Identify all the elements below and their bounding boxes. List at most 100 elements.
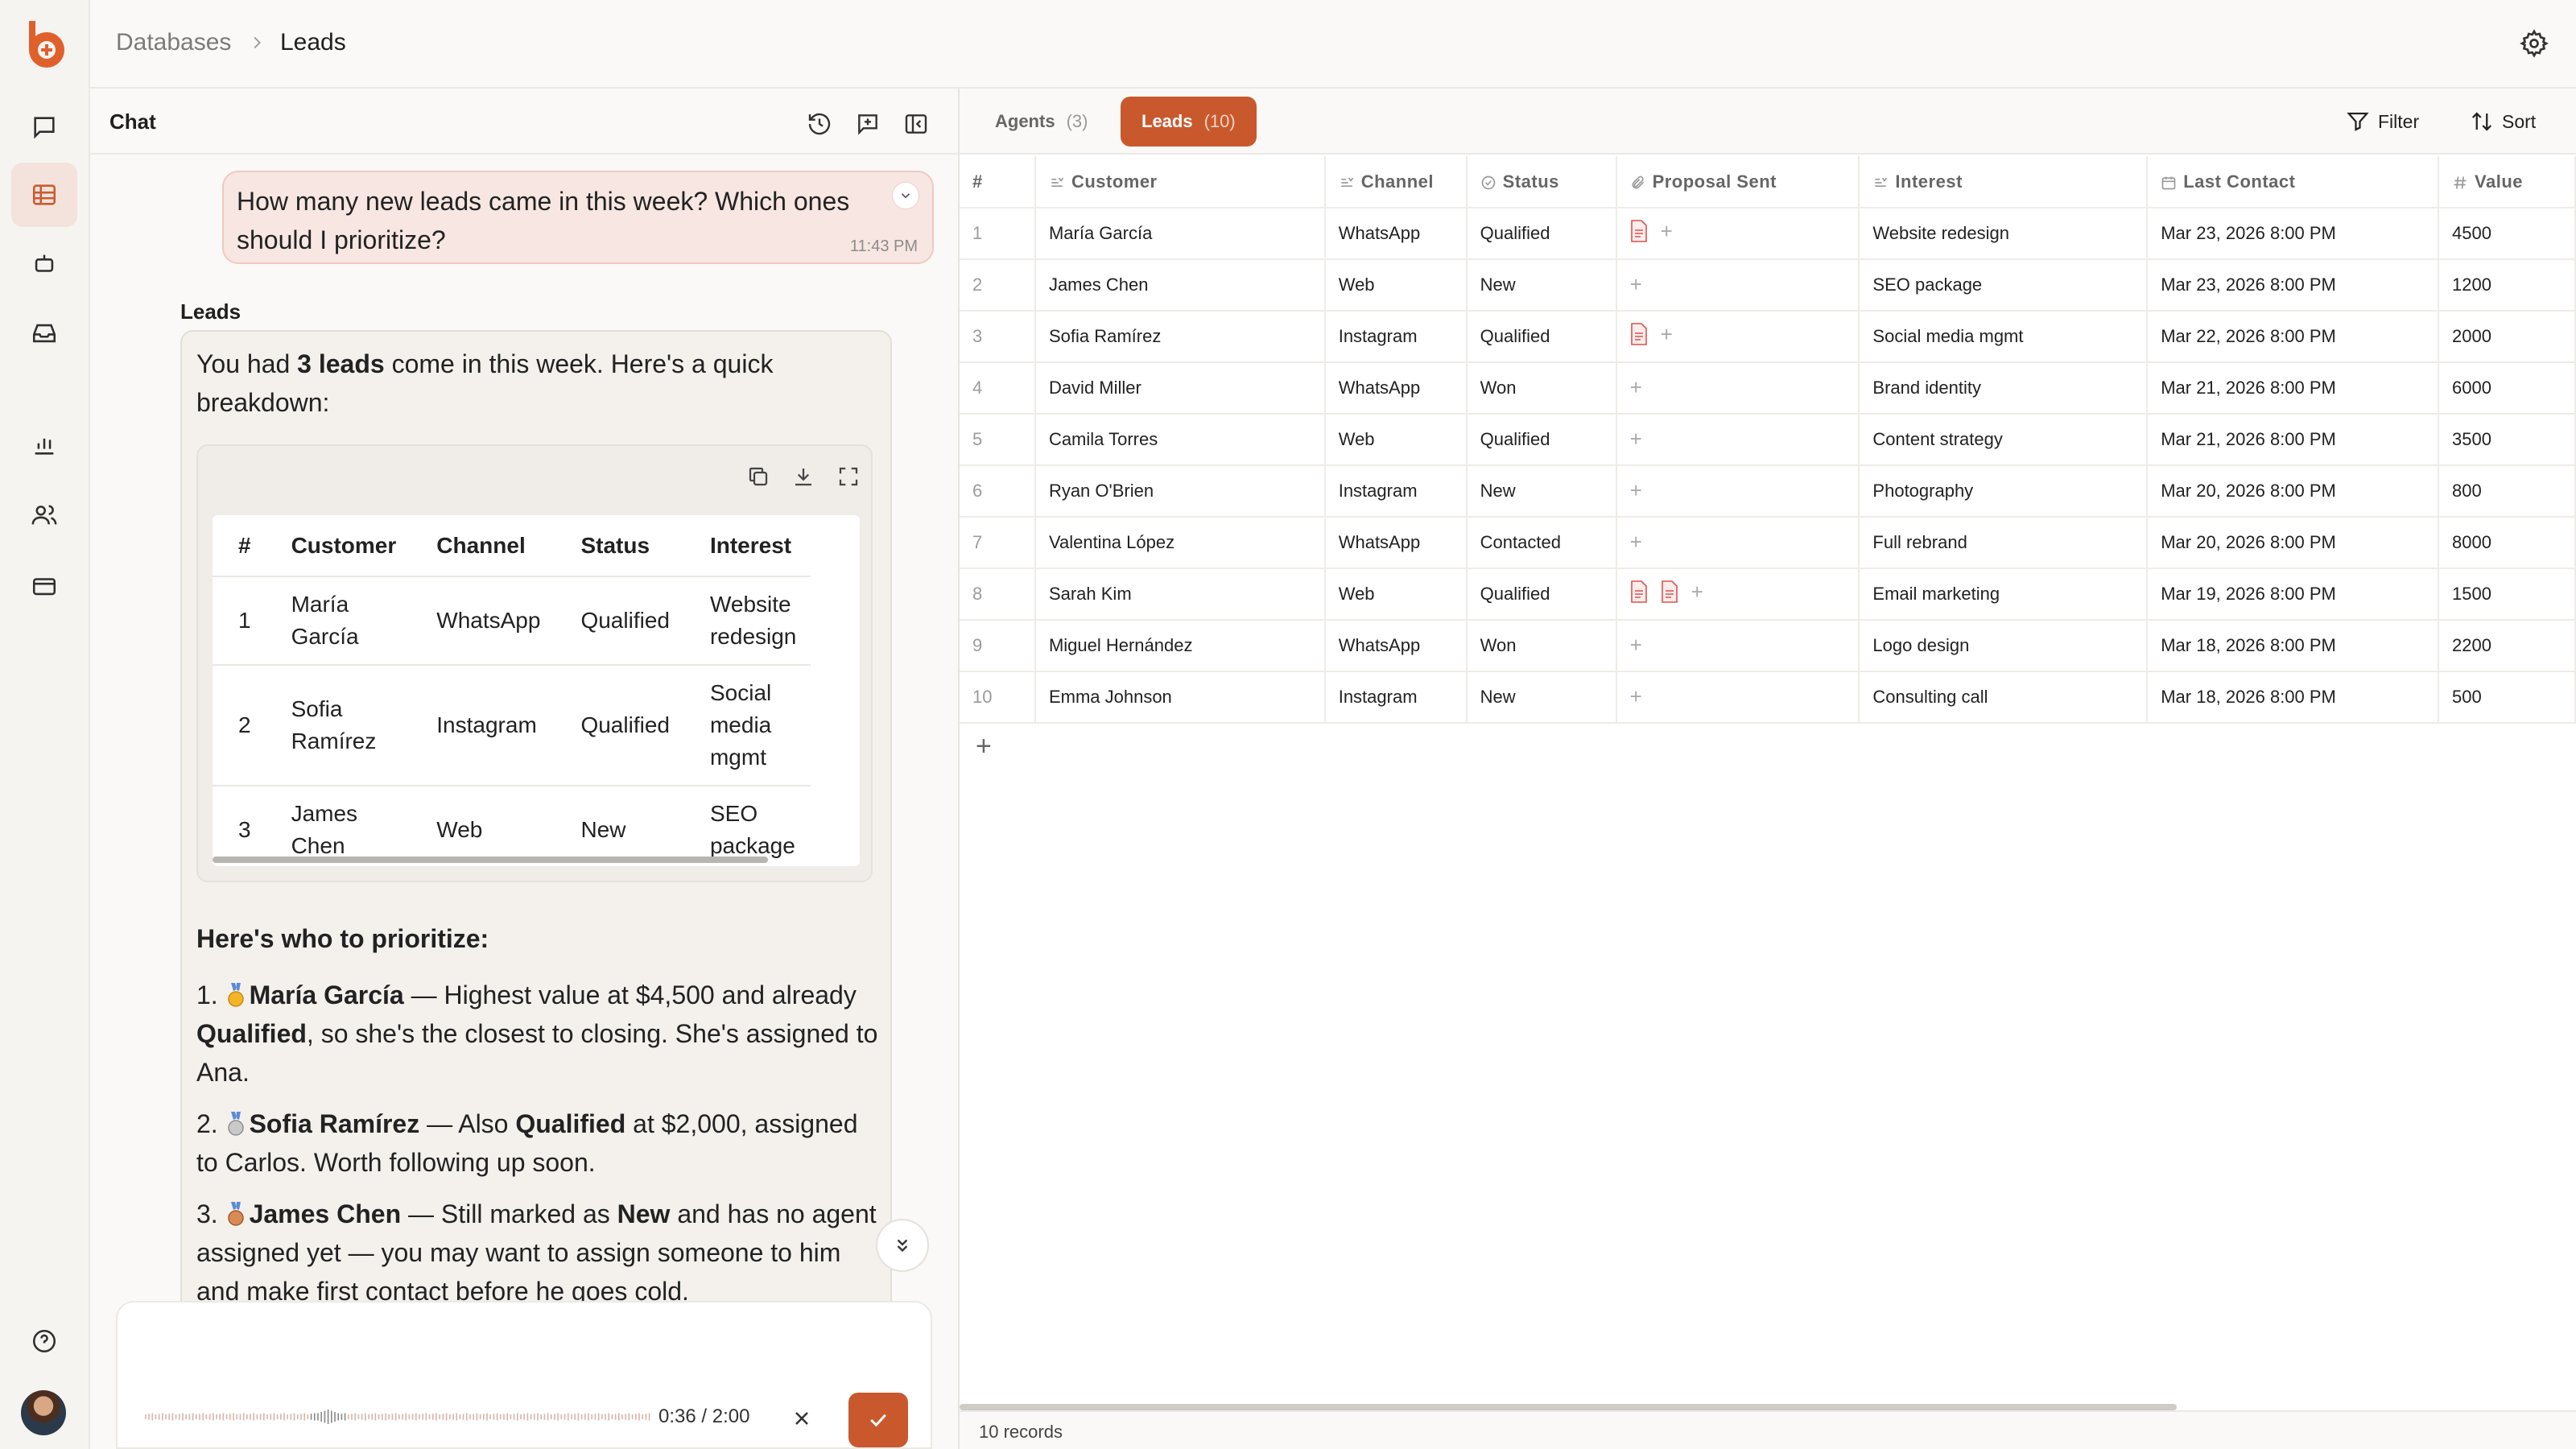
cell-interest[interactable]: Consulting call (1859, 671, 2149, 724)
rail-chat-button[interactable] (11, 95, 77, 159)
add-attachment-icon[interactable]: + (1661, 324, 1673, 345)
cell-value[interactable]: 8000 (2438, 517, 2576, 569)
rail-billing-button[interactable] (11, 554, 77, 618)
cell-customer[interactable]: Ryan O'Brien (1034, 465, 1326, 518)
table-row[interactable]: 9 Miguel Hernández WhatsApp Won + Logo design… (960, 620, 2576, 672)
rail-analytics-button[interactable] (11, 412, 77, 477)
cell-status[interactable]: Qualified (1466, 208, 1617, 260)
new-chat-icon[interactable] (852, 108, 884, 140)
cell-last-contact[interactable]: Mar 20, 2026 8:00 PM (2147, 517, 2440, 569)
cell-channel[interactable]: Instagram (1324, 311, 1468, 363)
column-header-channel[interactable]: Channel (1324, 156, 1468, 208)
add-attachment-icon[interactable]: + (1630, 274, 1642, 295)
close-icon[interactable] (786, 1402, 818, 1435)
cell-interest[interactable]: Social media mgmt (1859, 311, 2149, 363)
cell-last-contact[interactable]: Mar 22, 2026 8:00 PM (2147, 311, 2440, 363)
history-icon[interactable] (803, 108, 836, 140)
table-row[interactable]: 1 María García WhatsApp Qualified + Website r… (960, 208, 2576, 260)
column-header-[interactable]: # (960, 156, 1036, 208)
expand-icon[interactable] (832, 460, 865, 493)
sort-button[interactable]: Sort (2470, 109, 2536, 134)
pdf-file-icon[interactable] (1661, 580, 1678, 603)
pdf-file-icon[interactable] (1630, 323, 1648, 345)
column-header-interest[interactable]: Interest (1859, 156, 2149, 208)
table-row[interactable]: 5 Camila Torres Web Qualified + Content strat… (960, 414, 2576, 466)
cell-proposal-sent[interactable]: + (1616, 362, 1860, 415)
cell-status[interactable]: Contacted (1466, 517, 1617, 569)
cell-customer[interactable]: Sofia Ramírez (1034, 311, 1326, 363)
column-header-value[interactable]: Value (2438, 156, 2576, 208)
table-row[interactable]: 7 Valentina López WhatsApp Contacted + Full r… (960, 517, 2576, 569)
breadcrumb-databases[interactable]: Databases (116, 29, 231, 56)
column-header-last-contact[interactable]: Last Contact (2147, 156, 2440, 208)
copy-icon[interactable] (742, 460, 774, 493)
confirm-recording-button[interactable] (848, 1393, 908, 1447)
table-row[interactable]: 4 David Miller WhatsApp Won + Brand identity M… (960, 362, 2576, 415)
table-row[interactable]: 3 Sofia Ramírez Instagram Qualified + Social … (960, 311, 2576, 363)
add-attachment-icon[interactable]: + (1661, 221, 1673, 242)
cell-proposal-sent[interactable]: + (1616, 568, 1860, 621)
cell-last-contact[interactable]: Mar 18, 2026 8:00 PM (2147, 671, 2440, 724)
add-row-button[interactable]: + (976, 731, 992, 762)
cell-proposal-sent[interactable]: + (1616, 208, 1860, 260)
cell-customer[interactable]: Camila Torres (1034, 414, 1326, 466)
cell-value[interactable]: 3500 (2438, 414, 2576, 466)
add-attachment-icon[interactable]: + (1630, 377, 1642, 398)
gear-icon[interactable] (2520, 29, 2549, 58)
collapse-panel-icon[interactable] (900, 108, 932, 140)
pdf-file-icon[interactable] (1630, 220, 1648, 242)
cell-value[interactable]: 2200 (2438, 620, 2576, 672)
cell-channel[interactable]: WhatsApp (1324, 362, 1468, 415)
user-avatar[interactable] (21, 1390, 66, 1435)
cell-proposal-sent[interactable]: + (1616, 259, 1860, 312)
scroll-to-bottom-button[interactable] (876, 1219, 929, 1272)
rail-agents-button[interactable] (11, 232, 77, 296)
cell-interest[interactable]: Logo design (1859, 620, 2149, 672)
cell-value[interactable]: 1500 (2438, 568, 2576, 621)
cell-channel[interactable]: Instagram (1324, 465, 1468, 518)
cell-proposal-sent[interactable]: + (1616, 414, 1860, 466)
cell-proposal-sent[interactable]: + (1616, 311, 1860, 363)
cell-status[interactable]: New (1466, 671, 1617, 724)
add-attachment-icon[interactable]: + (1630, 531, 1642, 552)
cell-proposal-sent[interactable]: + (1616, 465, 1860, 518)
cell-channel[interactable]: Web (1324, 568, 1468, 621)
cell-channel[interactable]: Web (1324, 414, 1468, 466)
cell-value[interactable]: 4500 (2438, 208, 2576, 260)
filter-button[interactable]: Filter (2346, 109, 2419, 134)
cell-last-contact[interactable]: Mar 20, 2026 8:00 PM (2147, 465, 2440, 518)
grid-horizontal-scrollbar[interactable] (960, 1404, 2177, 1410)
cell-proposal-sent[interactable]: + (1616, 517, 1860, 569)
table-row[interactable]: 8 Sarah Kim Web Qualified + Email marketing Ma… (960, 568, 2576, 621)
cell-last-contact[interactable]: Mar 23, 2026 8:00 PM (2147, 208, 2440, 260)
cell-customer[interactable]: Valentina López (1034, 517, 1326, 569)
cell-interest[interactable]: SEO package (1859, 259, 2149, 312)
add-attachment-icon[interactable]: + (1691, 581, 1703, 602)
cell-last-contact[interactable]: Mar 21, 2026 8:00 PM (2147, 362, 2440, 415)
tab-leads[interactable]: Leads (10) (1121, 97, 1257, 147)
cell-value[interactable]: 1200 (2438, 259, 2576, 312)
cell-interest[interactable]: Content strategy (1859, 414, 2149, 466)
cell-channel[interactable]: Instagram (1324, 671, 1468, 724)
cell-interest[interactable]: Email marketing (1859, 568, 2149, 621)
cell-value[interactable]: 2000 (2438, 311, 2576, 363)
rail-databases-button[interactable] (11, 163, 77, 227)
cell-status[interactable]: Qualified (1466, 414, 1617, 466)
cell-interest[interactable]: Full rebrand (1859, 517, 2149, 569)
cell-status[interactable]: Won (1466, 620, 1617, 672)
cell-customer[interactable]: David Miller (1034, 362, 1326, 415)
column-header-status[interactable]: Status (1466, 156, 1617, 208)
cell-interest[interactable]: Brand identity (1859, 362, 2149, 415)
cell-value[interactable]: 500 (2438, 671, 2576, 724)
cell-last-contact[interactable]: Mar 21, 2026 8:00 PM (2147, 414, 2440, 466)
add-attachment-icon[interactable]: + (1630, 480, 1642, 501)
app-logo-icon[interactable] (19, 18, 71, 71)
cell-value[interactable]: 800 (2438, 465, 2576, 518)
add-attachment-icon[interactable]: + (1630, 686, 1642, 707)
table-row[interactable]: 2 James Chen Web New + SEO package Mar 23, 202… (960, 259, 2576, 312)
cell-customer[interactable]: María García (1034, 208, 1326, 260)
cell-status[interactable]: New (1466, 465, 1617, 518)
download-icon[interactable] (787, 460, 819, 493)
cell-value[interactable]: 6000 (2438, 362, 2576, 415)
table-row[interactable]: 6 Ryan O'Brien Instagram New + Photography Mar… (960, 465, 2576, 518)
